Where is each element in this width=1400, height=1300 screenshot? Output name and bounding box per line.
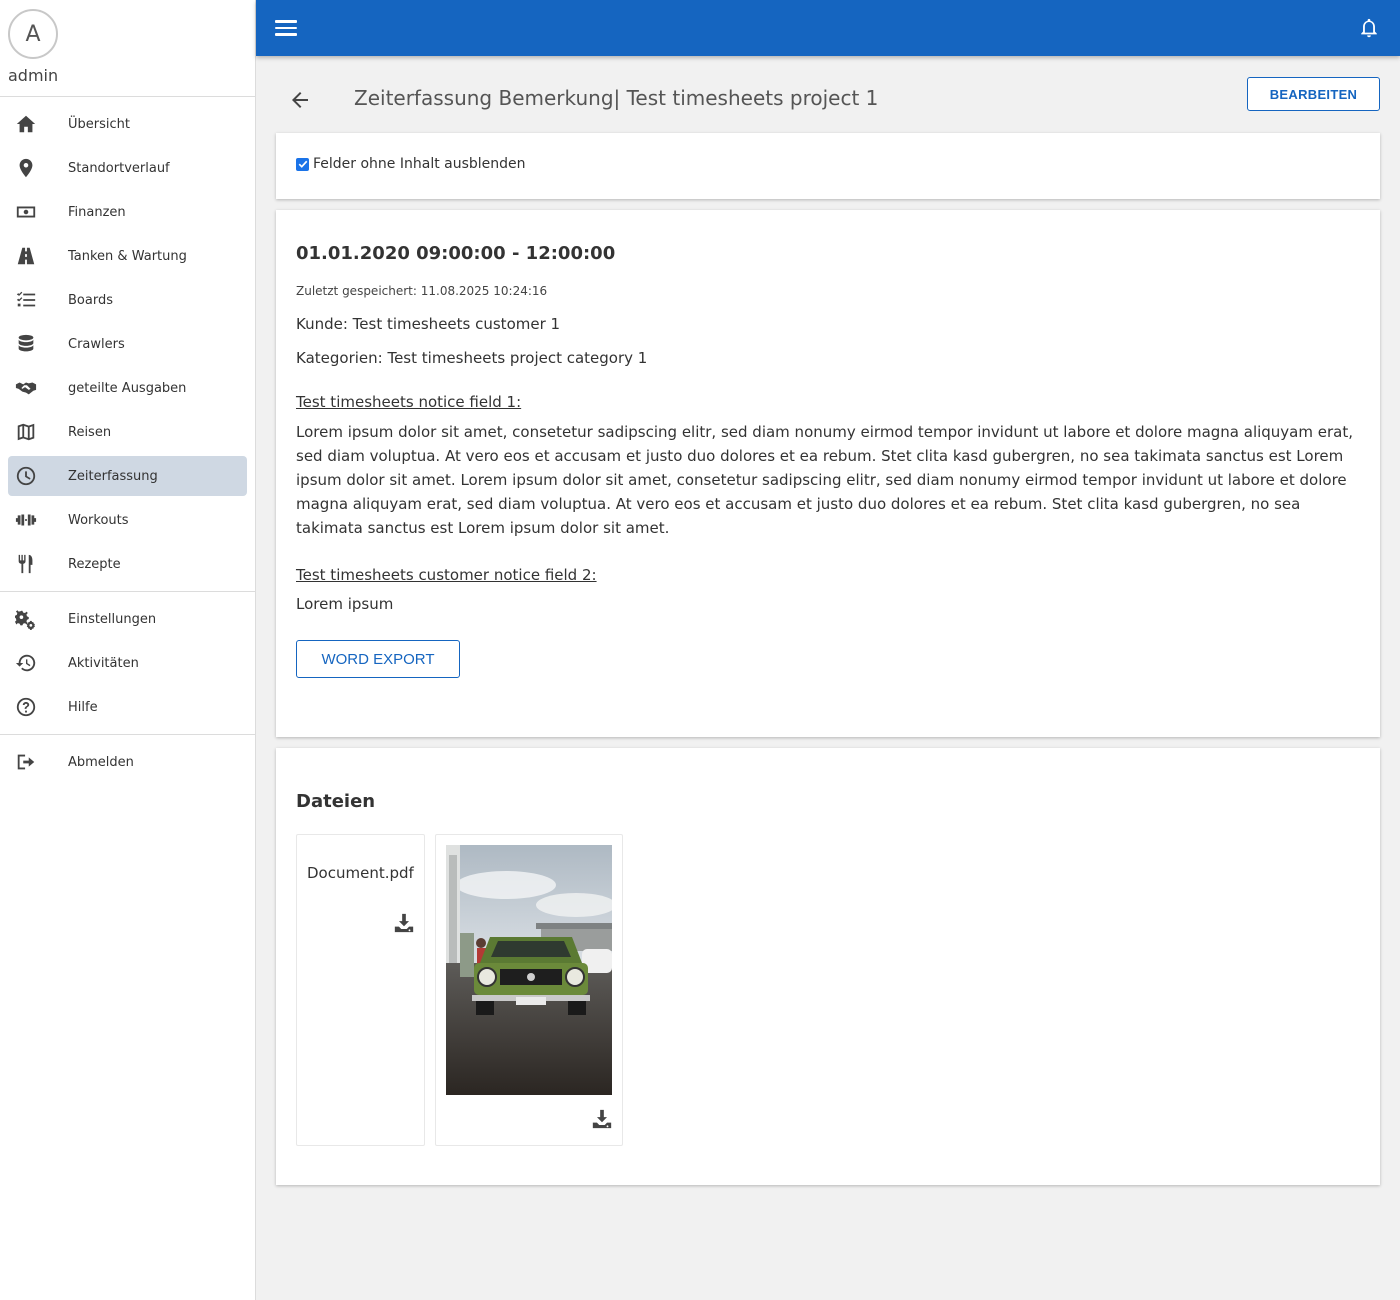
sidebar-item-uebersicht[interactable]: Übersicht bbox=[8, 104, 247, 144]
date-range: 01.01.2020 09:00:00 - 12:00:00 bbox=[296, 243, 616, 264]
sidebar-item-label: Übersicht bbox=[68, 116, 130, 132]
money-icon bbox=[8, 201, 44, 223]
sidebar-item-boards[interactable]: Boards bbox=[8, 280, 247, 320]
logout-icon bbox=[8, 751, 44, 773]
handshake-icon bbox=[8, 377, 44, 399]
utensils-icon bbox=[8, 553, 44, 575]
sidebar-item-hilfe[interactable]: Hilfe bbox=[8, 687, 247, 727]
gears-icon bbox=[8, 608, 44, 630]
help-icon bbox=[8, 696, 44, 718]
categories: Kategorien: Test timesheets project cate… bbox=[296, 349, 648, 367]
edit-button[interactable]: BEARBEITEN bbox=[1247, 77, 1380, 111]
sidebar-item-label: Crawlers bbox=[68, 336, 125, 352]
customer: Kunde: Test timesheets customer 1 bbox=[296, 315, 561, 333]
sidebar-item-reisen[interactable]: Reisen bbox=[8, 412, 247, 452]
file-tile[interactable] bbox=[435, 834, 623, 1146]
sidebar-item-label: Hilfe bbox=[68, 699, 98, 715]
clock-icon bbox=[8, 465, 44, 487]
check-icon bbox=[298, 160, 307, 168]
sidebar-item-label: Aktivitäten bbox=[68, 655, 139, 671]
sidebar-item-einstellungen[interactable]: Einstellungen bbox=[8, 599, 247, 639]
sidebar-item-label: geteilte Ausgaben bbox=[68, 380, 187, 396]
sidebar-item-standortverlauf[interactable]: Standortverlauf bbox=[8, 148, 247, 188]
hide-empty-label: Felder ohne Inhalt ausblenden bbox=[313, 156, 526, 172]
sidebar-item-finanzen[interactable]: Finanzen bbox=[8, 192, 247, 232]
sidebar-item-label: Finanzen bbox=[68, 204, 126, 220]
download-icon[interactable] bbox=[393, 912, 415, 934]
checklist-icon bbox=[8, 289, 44, 311]
nav-secondary: Einstellungen Aktivitäten Hilfe bbox=[0, 592, 255, 735]
road-icon bbox=[8, 245, 44, 267]
nav-main: Übersicht Standortverlauf Finanzen Tanke… bbox=[0, 97, 255, 592]
sidebar-item-zeiterfassung[interactable]: Zeiterfassung bbox=[8, 456, 247, 496]
files-title: Dateien bbox=[296, 791, 376, 812]
sidebar-item-label: Abmelden bbox=[68, 754, 134, 770]
file-name: Document.pdf bbox=[307, 864, 414, 882]
sidebar-item-label: Boards bbox=[68, 292, 113, 308]
sidebar-item-abmelden[interactable]: Abmelden bbox=[8, 742, 247, 782]
sidebar-item-label: Reisen bbox=[68, 424, 112, 440]
sidebar: A admin Übersicht Standortverlauf Finanz… bbox=[0, 0, 256, 1300]
sidebar-item-label: Workouts bbox=[68, 512, 129, 528]
dumbbell-icon bbox=[8, 509, 44, 531]
sidebar-item-label: Zeiterfassung bbox=[68, 468, 158, 484]
map-icon bbox=[8, 421, 44, 443]
hide-empty-checkbox[interactable] bbox=[296, 157, 309, 171]
history-icon bbox=[8, 652, 44, 674]
sidebar-item-label: Rezepte bbox=[68, 556, 121, 572]
download-icon[interactable] bbox=[591, 1108, 613, 1130]
username: admin bbox=[8, 66, 59, 85]
sidebar-item-geteilte-ausgaben[interactable]: geteilte Ausgaben bbox=[8, 368, 247, 408]
location-pin-icon bbox=[8, 157, 44, 179]
menu-icon[interactable] bbox=[275, 17, 297, 39]
sidebar-item-workouts[interactable]: Workouts bbox=[8, 500, 247, 540]
word-export-button[interactable]: WORD EXPORT bbox=[296, 640, 460, 678]
sidebar-item-crawlers[interactable]: Crawlers bbox=[8, 324, 247, 364]
sidebar-item-aktivitaeten[interactable]: Aktivitäten bbox=[8, 643, 247, 683]
sidebar-item-label: Standortverlauf bbox=[68, 160, 170, 176]
filter-card: Felder ohne Inhalt ausblenden bbox=[276, 133, 1380, 199]
notice-field-1-label: Test timesheets notice field 1: bbox=[296, 393, 522, 411]
sidebar-item-rezepte[interactable]: Rezepte bbox=[8, 544, 247, 584]
notice-field-2-label: Test timesheets customer notice field 2: bbox=[296, 566, 597, 584]
entry-card: 01.01.2020 09:00:00 - 12:00:00 Zuletzt g… bbox=[276, 210, 1380, 737]
sidebar-item-tanken-wartung[interactable]: Tanken & Wartung bbox=[8, 236, 247, 276]
files-card: Dateien Document.pdf bbox=[276, 748, 1380, 1185]
page-title: Zeiterfassung Bemerkung| Test timesheets… bbox=[354, 86, 879, 110]
sidebar-item-label: Tanken & Wartung bbox=[68, 248, 187, 264]
car-photo[interactable] bbox=[446, 845, 612, 1095]
app-bar bbox=[256, 0, 1400, 56]
back-arrow-icon[interactable] bbox=[288, 88, 312, 112]
bell-icon[interactable] bbox=[1358, 16, 1380, 40]
user-panel: A admin bbox=[0, 0, 255, 97]
sidebar-item-label: Einstellungen bbox=[68, 611, 157, 627]
notice-field-2-text: Lorem ipsum bbox=[296, 595, 394, 613]
last-saved: Zuletzt gespeichert: 11.08.2025 10:24:16 bbox=[296, 284, 548, 298]
notice-field-1-text: Lorem ipsum dolor sit amet, consetetur s… bbox=[296, 423, 1353, 537]
home-icon bbox=[8, 113, 44, 135]
database-icon bbox=[8, 333, 44, 355]
nav-logout: Abmelden bbox=[0, 735, 255, 789]
file-tile[interactable]: Document.pdf bbox=[296, 834, 425, 1146]
avatar[interactable]: A bbox=[8, 9, 58, 59]
hide-empty-toggle[interactable]: Felder ohne Inhalt ausblenden bbox=[296, 156, 526, 172]
